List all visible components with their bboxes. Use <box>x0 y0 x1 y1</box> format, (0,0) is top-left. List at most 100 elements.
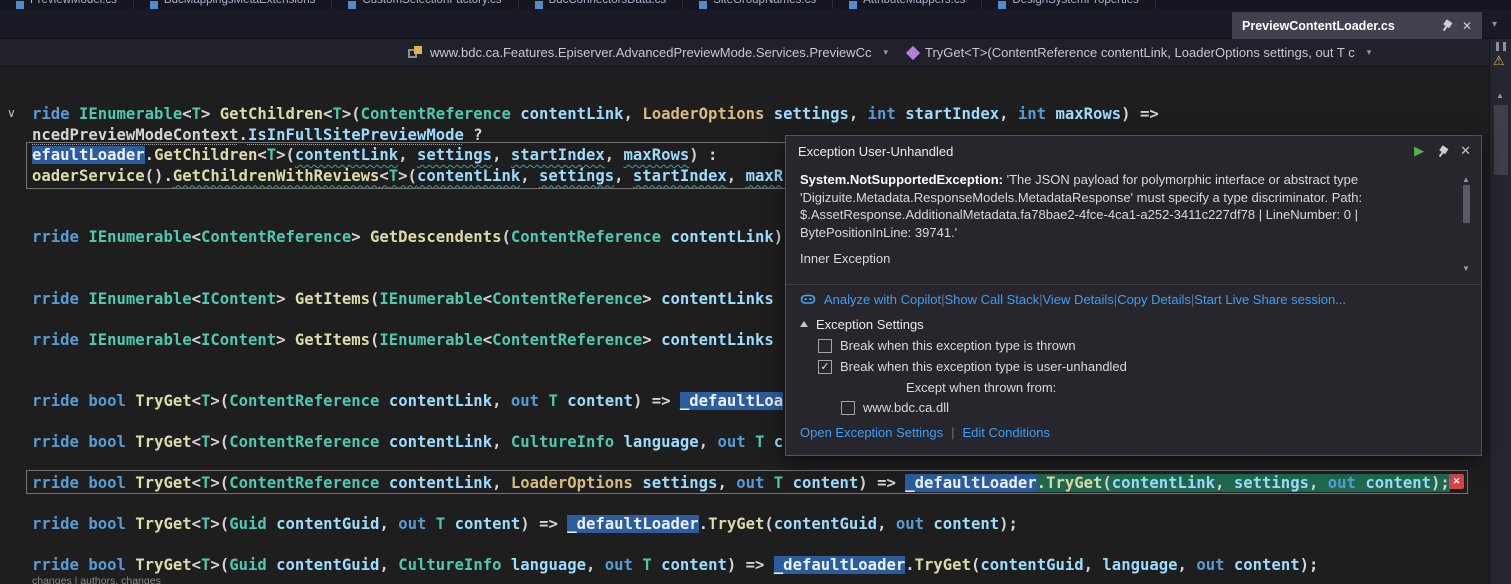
code-token: contentLink <box>670 228 773 246</box>
code-token <box>633 556 642 574</box>
code-token: CultureInfo <box>511 433 614 451</box>
code-token: T <box>201 515 210 533</box>
pin-icon[interactable] <box>1433 142 1450 160</box>
code-token: GetChildren <box>154 146 257 164</box>
code-token: ); <box>999 515 1018 533</box>
continue-icon[interactable]: ▶ <box>1414 143 1424 159</box>
background-tab[interactable]: SiteGroupNames.cs <box>683 0 833 9</box>
code-token: , <box>727 167 746 185</box>
close-icon[interactable]: ✕ <box>1462 20 1472 32</box>
code-token: T <box>755 433 764 451</box>
code-token: , <box>999 105 1018 123</box>
code-token: _defaultLoader <box>774 556 905 574</box>
code-line[interactable] <box>32 494 1490 515</box>
code-token: ContentReference <box>492 290 642 308</box>
scroll-down-icon[interactable]: ▼ <box>1462 260 1470 278</box>
checkbox[interactable] <box>841 401 855 415</box>
code-token: maxRows <box>624 146 690 164</box>
code-token: content <box>793 474 859 492</box>
code-token: startIndex <box>905 105 999 123</box>
member-dropdown[interactable]: TryGet<T>(ContentReference contentLink, … <box>898 45 1381 60</box>
code-token <box>1356 474 1365 492</box>
exception-settings-header[interactable]: Exception Settings <box>786 313 1481 335</box>
code-token <box>764 433 773 451</box>
background-tab[interactable]: AttributeMappers.cs <box>833 0 982 9</box>
code-line[interactable]: rride bool TryGet<T>(Guid contentGuid, C… <box>32 555 1490 576</box>
code-token: IEnumerable <box>88 228 191 246</box>
scrollbar-thumb[interactable] <box>1463 185 1470 223</box>
code-token: TryGet <box>135 474 191 492</box>
background-tab[interactable]: DesignSystemProperties <box>982 0 1156 9</box>
scrollbar-rail[interactable]: ⚠ ▲ <box>1489 39 1511 584</box>
popup-scrollbar[interactable]: ▲ ▼ <box>1459 171 1474 277</box>
background-tab-label: AttributeMappers.cs <box>863 0 965 9</box>
exception-action-link[interactable]: Copy Details <box>1117 292 1191 307</box>
checkbox[interactable]: ✓ <box>818 360 832 374</box>
background-tab[interactable]: PreviewModel.cs <box>0 0 134 9</box>
code-token: content <box>1234 556 1300 574</box>
exception-footer-link[interactable]: Open Exception Settings <box>800 425 943 440</box>
code-line[interactable]: rride bool TryGet<T>(Guid contentGuid, o… <box>32 514 1490 535</box>
code-token: T <box>267 146 276 164</box>
code-token: ) <box>858 474 877 492</box>
code-token: ) <box>774 228 783 246</box>
code-token: T <box>332 105 341 123</box>
scroll-up-icon[interactable]: ▲ <box>1496 91 1504 100</box>
code-token: >( <box>342 105 361 123</box>
code-token: content <box>455 515 521 533</box>
code-token: int <box>1018 105 1046 123</box>
tab-previewcontentloader[interactable]: PreviewContentLoader.cs ✕ <box>1232 12 1482 39</box>
code-token: contentGuid <box>980 556 1083 574</box>
code-token: language <box>1102 556 1177 574</box>
code-line[interactable]: ride IEnumerable<T> GetChildren<T>(Conte… <box>32 104 1490 125</box>
scrollbar-thumb[interactable] <box>1494 105 1508 175</box>
document-tab-strip: PreviewContentLoader.cs ✕ ▾ <box>0 9 1511 39</box>
code-token <box>633 474 642 492</box>
namespace-text: www.bdc.ca.Features.Episerver.AdvancedPr… <box>430 45 871 60</box>
code-token <box>652 556 661 574</box>
warning-icon[interactable]: ⚠ <box>1493 53 1505 69</box>
tab-list-chevron-icon[interactable]: ▾ <box>1492 19 1497 30</box>
code-token: contentLinks <box>661 290 774 308</box>
exception-action-link[interactable]: Show Call Stack <box>944 292 1039 307</box>
exception-action-link[interactable]: Analyze with Copilot <box>824 292 941 307</box>
background-tab[interactable]: CustomSelectionFactory.cs <box>332 0 518 9</box>
vs-window: PreviewModel.csBdcMappingsMetaExtensions… <box>0 0 1511 584</box>
split-editor-icon[interactable] <box>1496 42 1506 51</box>
codelens-info[interactable]: changes | authors, changes <box>32 575 161 584</box>
code-token: _defaultLoa <box>680 392 783 410</box>
code-token: ) <box>727 556 746 574</box>
code-token: (). <box>145 167 173 185</box>
file-icon <box>348 1 356 9</box>
background-tab[interactable]: BdcMappingsMetaExtensions <box>134 0 333 9</box>
exception-footer-link[interactable]: Edit Conditions <box>962 425 1049 440</box>
code-token: TryGet <box>708 515 764 533</box>
code-token: , <box>492 392 511 410</box>
code-token: GetChildren <box>220 105 323 123</box>
file-icon <box>849 1 857 9</box>
checkbox[interactable] <box>818 339 832 353</box>
code-token: T <box>774 474 783 492</box>
code-token: out <box>736 474 764 492</box>
background-tab[interactable]: BdcConnectorsData.cs <box>519 0 684 9</box>
exception-action-link[interactable]: View Details <box>1043 292 1114 307</box>
code-token: rride <box>32 290 88 308</box>
code-token: contentLinks <box>661 331 774 349</box>
pin-icon[interactable] <box>1437 17 1454 35</box>
code-token: >( <box>276 146 295 164</box>
close-icon[interactable]: ✕ <box>1460 143 1471 159</box>
code-token: startIndex <box>511 146 605 164</box>
code-token: . <box>145 146 154 164</box>
code-token <box>379 392 388 410</box>
code-token: contentLink <box>417 167 520 185</box>
code-line[interactable] <box>32 535 1490 556</box>
exception-action-link[interactable]: Start Live Share session... <box>1194 292 1346 307</box>
code-token: < <box>182 105 191 123</box>
code-token: bool <box>88 392 135 410</box>
code-line[interactable]: rride bool TryGet<T>(ContentReference co… <box>32 473 1490 494</box>
code-token: < <box>192 474 201 492</box>
exception-error-icon[interactable]: ✕ <box>1449 474 1464 489</box>
code-token: < <box>192 433 201 451</box>
namespace-dropdown[interactable]: www.bdc.ca.Features.Episerver.AdvancedPr… <box>398 45 898 60</box>
tab-label: PreviewContentLoader.cs <box>1242 19 1430 33</box>
